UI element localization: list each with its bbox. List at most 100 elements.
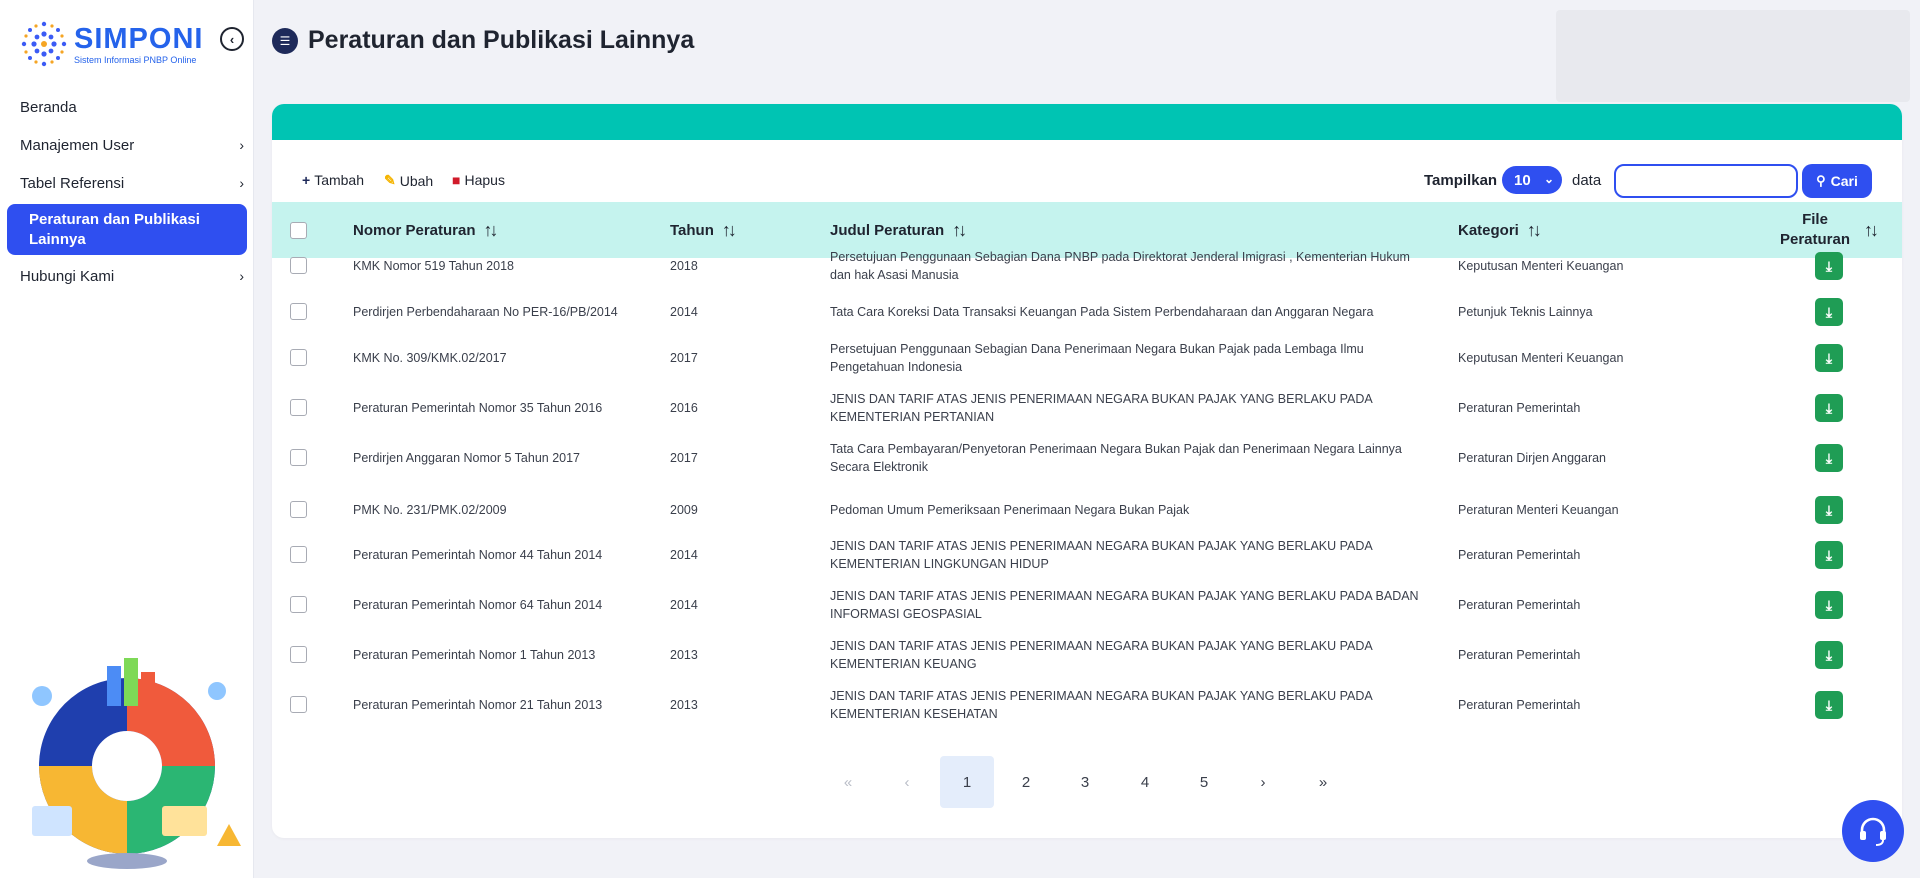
regulation-category: Petunjuk Teknis Lainnya <box>1458 305 1593 319</box>
regulation-title: JENIS DAN TARIF ATAS JENIS PENERIMAAN NE… <box>830 539 1373 571</box>
regulation-title: JENIS DAN TARIF ATAS JENIS PENERIMAAN NE… <box>830 589 1419 621</box>
page-button-1[interactable]: 1 <box>940 756 994 808</box>
regulation-title-cell: JENIS DAN TARIF ATAS JENIS PENERIMAAN NE… <box>830 380 1420 436</box>
download-button[interactable]: ⤓ <box>1815 496 1843 524</box>
table-row[interactable]: KMK No. 309/KMK.02/2017 2017 Persetujuan P… <box>272 330 1902 380</box>
download-button[interactable]: ⤓ <box>1815 394 1843 422</box>
regulation-year-cell: 2013 <box>670 677 810 733</box>
page-button-4[interactable]: 4 <box>1118 756 1172 808</box>
page-button-2[interactable]: 2 <box>999 756 1053 808</box>
row-checkbox[interactable] <box>290 696 307 713</box>
download-button[interactable]: ⤓ <box>1815 541 1843 569</box>
add-button-label: Tambah <box>314 172 364 188</box>
regulation-category: Peraturan Pemerintah <box>1458 698 1581 712</box>
regulation-title: Persetujuan Penggunaan Sebagian Dana Pen… <box>830 342 1364 374</box>
regulation-number: Peraturan Pemerintah Nomor 64 Tahun 2014 <box>353 598 603 612</box>
card-header-band <box>272 104 1902 140</box>
sidebar-item-label: Hubungi Kami <box>20 267 115 285</box>
select-all-checkbox[interactable] <box>290 221 307 239</box>
sidebar-item-label: Manajemen User <box>20 136 135 154</box>
chevron-right-icon: › <box>239 137 244 153</box>
next-page-button[interactable]: › <box>1236 756 1290 808</box>
column-header-label: Nomor Peraturan <box>353 221 476 239</box>
regulation-year: 2017 <box>670 451 698 465</box>
table-row[interactable]: Perdirjen Perbendaharaan No PER-16/PB/20… <box>272 284 1902 334</box>
regulation-title: Tata Cara Pembayaran/Penyetoran Penerima… <box>830 442 1402 474</box>
table-row[interactable]: Peraturan Pemerintah Nomor 44 Tahun 2014… <box>272 527 1902 577</box>
download-button[interactable]: ⤓ <box>1815 691 1843 719</box>
regulation-category-cell: Peraturan Dirjen Anggaran <box>1458 430 1758 486</box>
table-toolbar: + Tambah ✎ Ubah ■ Hapus Tampilkan 10 ⌄ d… <box>272 164 1902 200</box>
download-button[interactable]: ⤓ <box>1815 252 1843 280</box>
download-icon: ⤓ <box>1825 399 1833 416</box>
edit-button[interactable]: ✎ Ubah <box>384 172 433 189</box>
page-size-select[interactable]: 10 ⌄ <box>1502 166 1562 194</box>
regulation-category: Keputusan Menteri Keuangan <box>1458 259 1624 273</box>
table-row[interactable]: PMK No. 231/PMK.02/2009 2009 Pedoman Umum … <box>272 482 1902 532</box>
download-button[interactable]: ⤓ <box>1815 344 1843 372</box>
download-icon: ⤓ <box>1825 546 1833 563</box>
regulation-number-cell: Peraturan Pemerintah Nomor 1 Tahun 2013 <box>353 627 653 683</box>
sidebar-item-manajemen-user[interactable]: Manajemen User › <box>0 126 254 164</box>
chevron-down-icon: ⌄ <box>1543 172 1554 186</box>
regulation-category: Peraturan Pemerintah <box>1458 598 1581 612</box>
regulation-category: Peraturan Pemerintah <box>1458 648 1581 662</box>
regulation-title-cell: JENIS DAN TARIF ATAS JENIS PENERIMAAN NE… <box>830 627 1420 683</box>
collapse-sidebar-button[interactable]: ‹ <box>220 27 244 51</box>
regulation-category: Keputusan Menteri Keuangan <box>1458 351 1624 365</box>
row-checkbox[interactable] <box>290 449 307 466</box>
download-button[interactable]: ⤓ <box>1815 298 1843 326</box>
column-header-label: Judul Peraturan <box>830 221 945 239</box>
sidebar-item-peraturan[interactable]: Peraturan dan Publikasi Lainnya <box>7 204 247 255</box>
column-header-label: Tahun <box>670 221 714 239</box>
help-chat-button[interactable] <box>1842 800 1904 862</box>
regulation-category-cell: Peraturan Pemerintah <box>1458 677 1758 733</box>
header-placeholder <box>1556 10 1910 102</box>
regulation-year: 2009 <box>670 503 698 517</box>
page-size-label: Tampilkan <box>1424 172 1498 189</box>
row-checkbox[interactable] <box>290 646 307 663</box>
download-button[interactable]: ⤓ <box>1815 641 1843 669</box>
table-row[interactable]: Perdirjen Anggaran Nomor 5 Tahun 2017 201… <box>272 430 1902 480</box>
page-button-5[interactable]: 5 <box>1177 756 1231 808</box>
row-checkbox[interactable] <box>290 501 307 518</box>
page-button-3[interactable]: 3 <box>1058 756 1112 808</box>
row-checkbox[interactable] <box>290 303 307 320</box>
last-page-button[interactable]: » <box>1296 756 1350 808</box>
download-button[interactable]: ⤓ <box>1815 444 1843 472</box>
search-button[interactable]: ⚲ Cari <box>1802 164 1872 198</box>
first-page-button[interactable]: « <box>821 756 875 808</box>
regulation-year: 2013 <box>670 648 698 662</box>
row-checkbox[interactable] <box>290 349 307 366</box>
table-row[interactable]: Peraturan Pemerintah Nomor 64 Tahun 2014… <box>272 577 1902 627</box>
regulation-title: Persetujuan Penggunaan Sebagian Dana PNB… <box>830 250 1410 282</box>
regulation-title: JENIS DAN TARIF ATAS JENIS PENERIMAAN NE… <box>830 639 1373 671</box>
table-row[interactable]: Peraturan Pemerintah Nomor 1 Tahun 2013 2… <box>272 627 1902 677</box>
search-input[interactable] <box>1614 164 1798 198</box>
row-checkbox[interactable] <box>290 596 307 613</box>
sidebar-item-tabel-referensi[interactable]: Tabel Referensi › <box>0 164 254 202</box>
regulation-category-cell: Peraturan Pemerintah <box>1458 577 1758 633</box>
download-button[interactable]: ⤓ <box>1815 591 1843 619</box>
sidebar-item-hubungi-kami[interactable]: Hubungi Kami › <box>0 257 254 295</box>
regulation-title: Tata Cara Koreksi Data Transaksi Keuanga… <box>830 305 1374 319</box>
sidebar-illustration <box>32 658 241 869</box>
delete-button[interactable]: ■ Hapus <box>452 172 505 188</box>
sidebar-item-beranda[interactable]: Beranda <box>0 88 254 126</box>
regulation-title-cell: JENIS DAN TARIF ATAS JENIS PENERIMAAN NE… <box>830 527 1420 583</box>
add-button[interactable]: + Tambah <box>302 172 364 188</box>
app-logo[interactable]: SIMPONI Sistem Informasi PNBP Online <box>18 18 203 70</box>
row-checkbox[interactable] <box>290 257 307 274</box>
regulation-category: Peraturan Pemerintah <box>1458 548 1581 562</box>
column-header-label: Kategori <box>1458 221 1519 239</box>
row-checkbox[interactable] <box>290 546 307 563</box>
table-row[interactable]: Peraturan Pemerintah Nomor 21 Tahun 2013… <box>272 677 1902 727</box>
regulation-category: Peraturan Dirjen Anggaran <box>1458 451 1607 465</box>
regulation-year: 2014 <box>670 598 698 612</box>
table-row[interactable]: KMK Nomor 519 Tahun 2018 2018 Persetujuan … <box>272 238 1902 288</box>
regulation-year: 2014 <box>670 305 698 319</box>
row-checkbox[interactable] <box>290 399 307 416</box>
table-row[interactable]: Peraturan Pemerintah Nomor 35 Tahun 2016… <box>272 380 1902 430</box>
regulation-title-cell: Persetujuan Penggunaan Sebagian Dana Pen… <box>830 330 1420 386</box>
prev-page-button[interactable]: ‹ <box>880 756 934 808</box>
